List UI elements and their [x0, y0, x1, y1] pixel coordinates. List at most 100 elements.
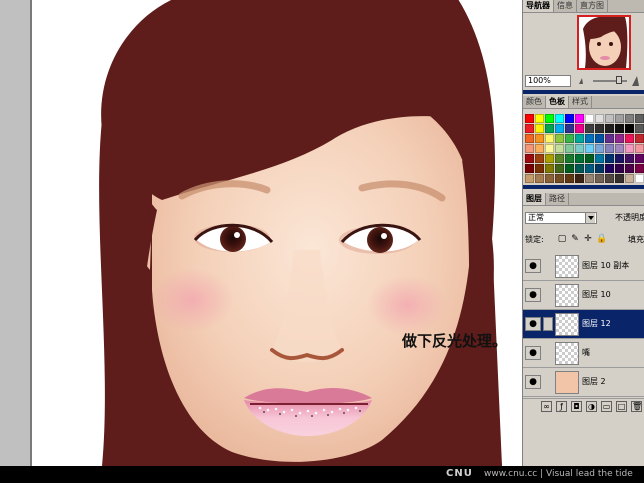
color-swatch[interactable] [615, 124, 624, 133]
adjustment-layer-icon[interactable]: ◑ [586, 401, 597, 412]
color-swatch[interactable] [605, 124, 614, 133]
navigator-zoom-field[interactable]: 100% [525, 75, 571, 87]
color-swatch[interactable] [605, 144, 614, 153]
color-swatch[interactable] [565, 144, 574, 153]
color-swatch[interactable] [525, 154, 534, 163]
color-swatch[interactable] [575, 164, 584, 173]
color-swatch[interactable] [605, 164, 614, 173]
color-swatch[interactable] [615, 154, 624, 163]
color-swatch[interactable] [535, 134, 544, 143]
tab-layers[interactable]: 图层 [523, 193, 546, 205]
color-swatch[interactable] [585, 174, 594, 183]
color-swatch[interactable] [555, 164, 564, 173]
color-swatch[interactable] [545, 154, 554, 163]
color-swatch[interactable] [635, 154, 644, 163]
color-swatch[interactable] [615, 174, 624, 183]
color-swatch[interactable] [555, 134, 564, 143]
mask-icon[interactable]: ◘ [571, 401, 582, 412]
color-swatch[interactable] [545, 114, 554, 123]
color-swatch[interactable] [555, 124, 564, 133]
color-swatch[interactable] [625, 144, 634, 153]
visibility-eye-icon[interactable]: ● [525, 375, 541, 389]
color-swatch[interactable] [625, 154, 634, 163]
document-canvas[interactable]: 做下反光处理。 [32, 0, 522, 466]
color-swatch[interactable] [535, 154, 544, 163]
color-swatch[interactable] [595, 174, 604, 183]
color-swatch[interactable] [615, 114, 624, 123]
color-swatch[interactable] [525, 174, 534, 183]
tab-swatches[interactable]: 色板 [546, 96, 569, 108]
color-swatch[interactable] [585, 154, 594, 163]
tab-styles[interactable]: 样式 [569, 96, 592, 108]
color-swatch[interactable] [635, 164, 644, 173]
layer-thumbnail[interactable] [555, 255, 579, 278]
color-swatch[interactable] [585, 114, 594, 123]
color-swatch[interactable] [555, 144, 564, 153]
color-swatch[interactable] [545, 134, 554, 143]
color-swatch[interactable] [605, 154, 614, 163]
layer-row[interactable]: ● 图层 2 [523, 368, 644, 397]
color-swatch[interactable] [585, 124, 594, 133]
color-swatch[interactable] [625, 174, 634, 183]
color-swatch[interactable] [575, 114, 584, 123]
visibility-eye-icon[interactable]: ● [525, 288, 541, 302]
color-swatch[interactable] [565, 174, 574, 183]
lock-move-icon[interactable]: ✛ [583, 234, 593, 244]
color-swatch[interactable] [535, 164, 544, 173]
color-swatch[interactable] [545, 174, 554, 183]
visibility-eye-icon[interactable]: ● [525, 259, 541, 273]
color-swatch[interactable] [545, 164, 554, 173]
color-swatch[interactable] [555, 154, 564, 163]
layer-thumbnail[interactable] [555, 313, 579, 336]
color-swatch[interactable] [555, 114, 564, 123]
color-swatch[interactable] [595, 144, 604, 153]
tab-color[interactable]: 颜色 [523, 96, 546, 108]
color-swatch[interactable] [535, 174, 544, 183]
tab-info[interactable]: 信息 [554, 0, 577, 12]
color-swatch[interactable] [635, 174, 644, 183]
layer-thumbnail[interactable] [555, 284, 579, 307]
lock-brush-icon[interactable]: ✎ [570, 234, 580, 244]
color-swatch[interactable] [635, 134, 644, 143]
visibility-eye-icon[interactable]: ● [525, 346, 541, 360]
new-group-icon[interactable]: ▭ [601, 401, 612, 412]
portrait-painting[interactable] [32, 0, 522, 466]
color-swatch[interactable] [525, 144, 534, 153]
color-swatch[interactable] [565, 134, 574, 143]
color-swatch[interactable] [585, 134, 594, 143]
color-swatch[interactable] [535, 124, 544, 133]
layer-row[interactable]: ● 图层 10 副本 [523, 252, 644, 281]
zoom-in-icon[interactable] [631, 75, 643, 87]
color-swatch[interactable] [565, 124, 574, 133]
color-swatch[interactable] [565, 114, 574, 123]
visibility-eye-icon[interactable]: ● [525, 317, 541, 331]
color-swatch[interactable] [555, 174, 564, 183]
color-swatch[interactable] [525, 114, 534, 123]
layer-thumbnail[interactable] [555, 371, 579, 394]
color-swatch[interactable] [605, 114, 614, 123]
color-swatch[interactable] [625, 164, 634, 173]
color-swatch[interactable] [595, 154, 604, 163]
trash-icon[interactable]: 🗑 [631, 401, 642, 412]
link-layers-icon[interactable]: ∞ [541, 401, 552, 412]
layer-thumbnail[interactable] [555, 342, 579, 365]
color-swatch[interactable] [545, 124, 554, 133]
color-swatch[interactable] [615, 164, 624, 173]
tab-navigator[interactable]: 导航器 [523, 0, 554, 12]
color-swatch[interactable] [595, 124, 604, 133]
color-swatch[interactable] [595, 164, 604, 173]
color-swatch[interactable] [525, 164, 534, 173]
zoom-slider-knob[interactable] [616, 76, 622, 84]
layer-style-icon[interactable]: ƒ [556, 401, 567, 412]
zoom-out-icon[interactable] [577, 75, 589, 87]
new-layer-icon[interactable]: □ [616, 401, 627, 412]
color-swatch[interactable] [605, 174, 614, 183]
chevron-down-icon[interactable] [585, 213, 595, 223]
color-swatch[interactable] [575, 154, 584, 163]
color-swatch[interactable] [625, 124, 634, 133]
color-swatch[interactable] [625, 114, 634, 123]
color-swatch[interactable] [635, 124, 644, 133]
color-swatch[interactable] [615, 134, 624, 143]
color-swatch[interactable] [585, 164, 594, 173]
color-swatch[interactable] [635, 144, 644, 153]
